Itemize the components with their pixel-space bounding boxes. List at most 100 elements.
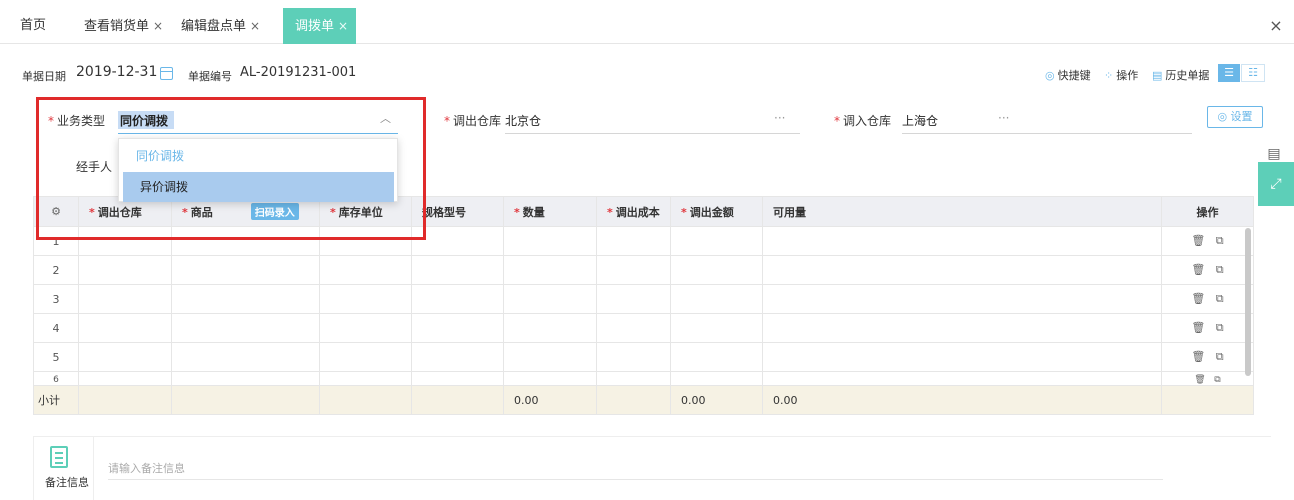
list-view-icon[interactable]: ☰	[1218, 64, 1240, 82]
remark-input[interactable]	[108, 458, 1163, 480]
out-warehouse-label: * 调出仓库	[444, 114, 502, 128]
table-cell[interactable]	[596, 255, 671, 285]
tab-bar: 首页 查看销货单 × 编辑盘点单 × 调拨单 ×	[0, 8, 1294, 44]
gear-icon: ◎	[1045, 69, 1055, 82]
table-cell[interactable]	[171, 342, 320, 372]
table-cell[interactable]	[670, 226, 763, 256]
card-view-icon[interactable]: ☷	[1241, 64, 1265, 82]
table-cell[interactable]	[503, 284, 597, 314]
copy-icon[interactable]: ⧉	[1214, 375, 1220, 385]
delete-icon[interactable]: 🗑	[1191, 321, 1205, 334]
copy-icon[interactable]: ⧉	[1216, 292, 1224, 305]
document-header: 单据日期 2019-12-31 单据编号 AL-20191231-001 ◎ 快捷…	[0, 62, 1294, 88]
table-cell[interactable]	[503, 313, 597, 343]
table-cell[interactable]	[762, 226, 1162, 256]
copy-icon[interactable]: ⧉	[1216, 263, 1224, 276]
table-cell[interactable]	[411, 255, 504, 285]
table-cell[interactable]	[762, 313, 1162, 343]
table-cell[interactable]	[319, 255, 412, 285]
grid-icon: ⁘	[1104, 69, 1114, 82]
table-cell[interactable]	[762, 284, 1162, 314]
tab-label: 编辑盘点单	[181, 19, 247, 34]
shortcut-button[interactable]: ◎ 快捷键	[1045, 67, 1091, 83]
table-cell[interactable]	[596, 284, 671, 314]
out-warehouse-more-icon[interactable]: ···	[774, 111, 785, 125]
table-cell[interactable]	[411, 342, 504, 372]
row-number: 6	[33, 371, 79, 386]
table-cell[interactable]	[78, 255, 172, 285]
gear-icon: ◎	[1217, 110, 1231, 123]
subtotal-amount: 0.00	[670, 385, 763, 415]
table-cell[interactable]	[762, 371, 1162, 386]
history-button[interactable]: ▤ 历史单据	[1152, 67, 1209, 83]
table-cell[interactable]	[596, 313, 671, 343]
operations-button[interactable]: ⁘ 操作	[1104, 67, 1138, 83]
calendar-icon[interactable]	[160, 67, 173, 80]
operations-label: 操作	[1116, 69, 1139, 82]
delete-icon[interactable]: 🗑	[1191, 350, 1205, 363]
table-cell[interactable]	[78, 371, 172, 386]
tab-transfer-order[interactable]: 调拨单 ×	[283, 8, 357, 44]
table-cell[interactable]	[78, 313, 172, 343]
expand-icon[interactable]: ⤢	[1258, 162, 1294, 206]
table-cell[interactable]	[411, 284, 504, 314]
in-warehouse-underline	[902, 133, 1192, 134]
column-header: * 调出成本	[596, 196, 671, 227]
copy-icon[interactable]: ⧉	[1216, 234, 1224, 247]
table-cell[interactable]	[670, 342, 763, 372]
table-scrollbar[interactable]	[1245, 228, 1251, 376]
copy-icon[interactable]: ⧉	[1216, 321, 1224, 334]
notes-icon	[50, 446, 68, 468]
delete-icon[interactable]: 🗑	[1191, 234, 1205, 247]
table-cell[interactable]	[670, 255, 763, 285]
out-warehouse-field[interactable]: 北京仓	[505, 112, 541, 129]
in-warehouse-more-icon[interactable]: ···	[998, 111, 1009, 125]
table-cell[interactable]	[319, 371, 412, 386]
table-cell[interactable]	[171, 255, 320, 285]
settings-button[interactable]: ◎ 设置	[1207, 106, 1263, 128]
close-icon[interactable]: ×	[338, 19, 348, 33]
delete-icon[interactable]: 🗑	[1191, 263, 1205, 276]
table-cell[interactable]	[670, 371, 763, 386]
table-cell[interactable]	[762, 255, 1162, 285]
date-value[interactable]: 2019-12-31	[76, 64, 157, 80]
table-cell[interactable]	[596, 371, 671, 386]
out-warehouse-underline	[505, 133, 800, 134]
table-cell[interactable]	[503, 226, 597, 256]
close-window-icon[interactable]: ×	[1266, 8, 1286, 44]
delete-icon[interactable]: 🗑	[1191, 292, 1205, 305]
table-cell[interactable]	[670, 313, 763, 343]
close-icon[interactable]: ×	[250, 19, 260, 33]
table-cell[interactable]	[319, 284, 412, 314]
copy-icon[interactable]: ⧉	[1216, 350, 1224, 363]
table-cell[interactable]	[319, 342, 412, 372]
tab-label: 查看销货单	[84, 19, 150, 34]
table-cell[interactable]	[78, 342, 172, 372]
table-cell[interactable]	[171, 371, 320, 386]
table-cell[interactable]	[411, 313, 504, 343]
subtotal-available: 0.00	[762, 385, 1162, 415]
table-cell[interactable]	[503, 371, 597, 386]
table-cell[interactable]	[670, 284, 763, 314]
table-cell[interactable]	[503, 255, 597, 285]
subtotal-quantity: 0.00	[503, 385, 597, 415]
table-cell[interactable]	[503, 342, 597, 372]
tab-home[interactable]: 首页	[20, 8, 46, 44]
in-warehouse-field[interactable]: 上海仓	[902, 112, 938, 129]
table-cell[interactable]	[596, 342, 671, 372]
table-cell[interactable]	[596, 226, 671, 256]
table-row: 2 🗑 ⧉	[33, 255, 1254, 285]
table-cell[interactable]	[171, 313, 320, 343]
table-cell[interactable]	[411, 371, 504, 386]
delete-icon[interactable]: 🗑	[1194, 375, 1205, 385]
tab-view-sales-order[interactable]: 查看销货单 ×	[84, 8, 163, 44]
row-actions: 🗑 ⧉	[1161, 255, 1254, 285]
close-icon[interactable]: ×	[153, 19, 163, 33]
tab-edit-stocktake[interactable]: 编辑盘点单 ×	[181, 8, 260, 44]
table-cell[interactable]	[171, 284, 320, 314]
table-cell[interactable]	[319, 313, 412, 343]
document-icon: ▤	[1152, 69, 1163, 82]
column-header: 可用量	[762, 196, 1162, 227]
table-cell[interactable]	[762, 342, 1162, 372]
table-cell[interactable]	[78, 284, 172, 314]
